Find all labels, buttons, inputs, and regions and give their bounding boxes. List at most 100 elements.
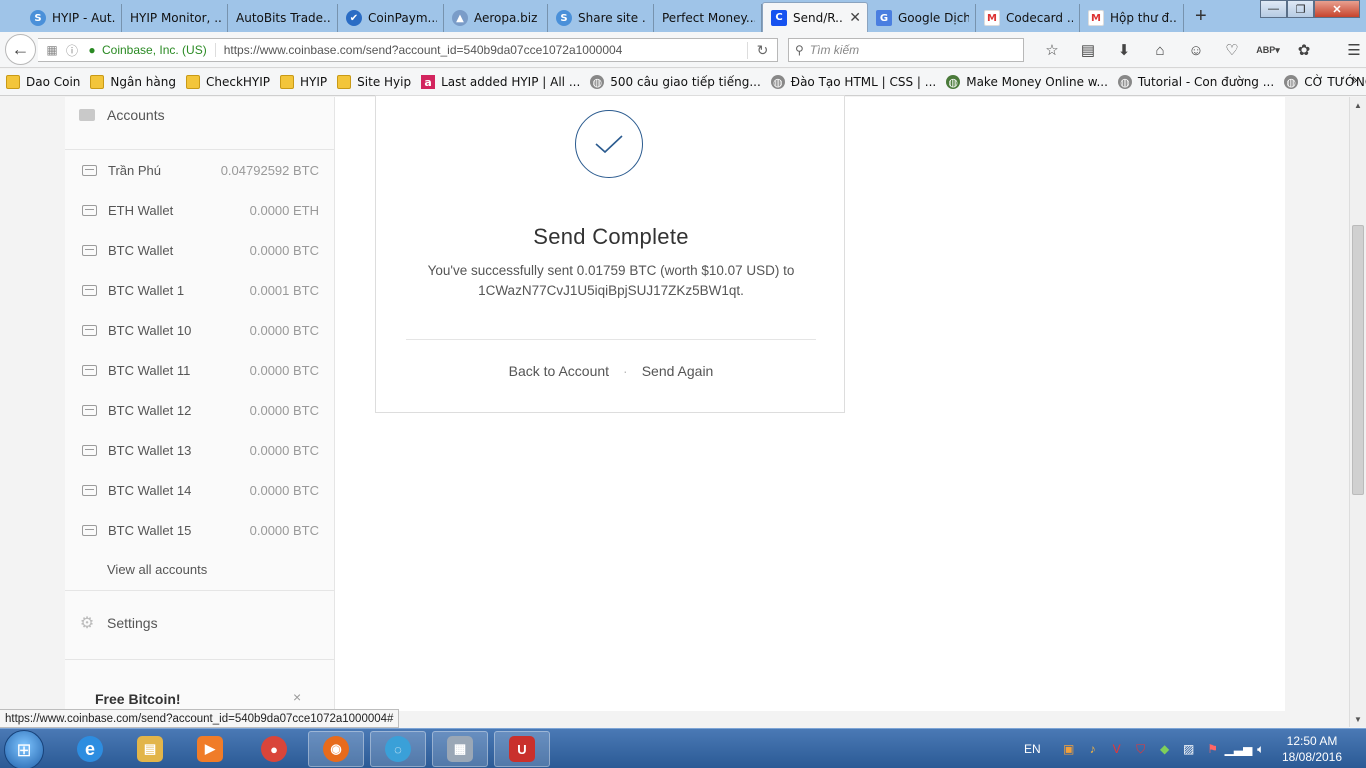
- menu-icon[interactable]: ☰: [1336, 40, 1366, 60]
- tray-music-icon[interactable]: ♪: [1081, 742, 1105, 756]
- globe-icon: ◍: [1284, 75, 1299, 89]
- page-title: Send Complete: [533, 224, 689, 249]
- taskbar-app-swirl[interactable]: ◌: [370, 731, 426, 767]
- divider: [65, 590, 335, 591]
- account-row[interactable]: BTC Wallet 1 0.0001 BTC: [65, 270, 335, 310]
- address-bar[interactable]: ▦ ⓘ ● Coinbase, Inc. (US) https://www.co…: [38, 38, 778, 62]
- taskbar-firefox[interactable]: ◉: [308, 731, 364, 767]
- toolbar-icons: ☆ ▤ ⬇ ⌂ ☺ ♡ ABP▾ ✿ ☰: [1034, 40, 1366, 60]
- account-row[interactable]: BTC Wallet 12 0.0000 BTC: [65, 390, 335, 430]
- start-button[interactable]: ⊞: [4, 730, 44, 768]
- media-player-icon: ▶: [197, 736, 223, 762]
- extension-icon[interactable]: ✿: [1286, 40, 1322, 60]
- account-row[interactable]: BTC Wallet 15 0.0000 BTC: [65, 510, 335, 550]
- taskbar-internet-explorer[interactable]: e: [62, 731, 118, 767]
- bookmark-checkhyip[interactable]: CheckHYIP: [185, 75, 270, 89]
- grid-icon: ▦: [46, 43, 58, 57]
- account-row[interactable]: ETH Wallet 0.0000 ETH: [65, 190, 335, 230]
- wallet-icon: [82, 524, 97, 536]
- tab-aeropa[interactable]: ▲ Aeropa.biz: [444, 4, 548, 32]
- bookmark-hyip[interactable]: HYIP: [280, 75, 327, 89]
- taskbar-chrome[interactable]: ●: [246, 731, 302, 767]
- lock-icon[interactable]: ●: [82, 43, 102, 57]
- volume-icon[interactable]: 🔈︎: [1249, 742, 1273, 757]
- divider: [65, 659, 335, 660]
- tab-hop-thu[interactable]: M Hộp thư đ...: [1080, 4, 1184, 32]
- tray-shield-icon[interactable]: ⛉: [1129, 742, 1153, 757]
- tray-monitor-icon[interactable]: ▨: [1177, 742, 1201, 756]
- account-row[interactable]: BTC Wallet 13 0.0000 BTC: [65, 430, 335, 470]
- tab-send-receive[interactable]: C Send/R... ✕: [762, 2, 868, 32]
- site-favicon-icon: S: [30, 10, 46, 26]
- pocket-icon[interactable]: ♡: [1214, 40, 1250, 60]
- bookmark-dao-tao-html[interactable]: ◍ Đào Tạo HTML | CSS | ...: [770, 75, 936, 89]
- scroll-up-arrow-icon[interactable]: ▲: [1350, 97, 1366, 113]
- search-input[interactable]: ⚲ Tìm kiếm: [788, 38, 1024, 62]
- site-identity[interactable]: Coinbase, Inc. (US): [102, 43, 216, 57]
- tab-coinpayments[interactable]: ✔ CoinPaym...: [338, 4, 444, 32]
- signal-icon[interactable]: ▁▃▅: [1225, 742, 1253, 756]
- leaf-icon: ◍: [946, 75, 961, 89]
- taskbar-media-player[interactable]: ▶: [182, 731, 238, 767]
- bookmark-make-money[interactable]: ◍ Make Money Online w...: [946, 75, 1108, 89]
- download-icon[interactable]: ⬇: [1106, 40, 1142, 60]
- bookmark-500-cau[interactable]: ◍ 500 câu giao tiếp tiếng...: [590, 75, 761, 89]
- url-text[interactable]: https://www.coinbase.com/send?account_id…: [224, 43, 747, 57]
- close-window-button[interactable]: ✕: [1314, 0, 1360, 18]
- tab-hyip-aut[interactable]: SHYIP - Aut...: [22, 4, 122, 32]
- accounts-heading[interactable]: Accounts: [79, 107, 165, 123]
- account-row[interactable]: BTC Wallet 14 0.0000 BTC: [65, 470, 335, 510]
- adblock-icon[interactable]: ABP▾: [1250, 40, 1286, 60]
- view-all-accounts-link[interactable]: View all accounts: [107, 562, 207, 577]
- taskbar-unikey[interactable]: U: [494, 731, 550, 767]
- bookmark-star-icon[interactable]: ☆: [1034, 40, 1070, 60]
- bookmark-tutorial[interactable]: ◍ Tutorial - Con đường ...: [1117, 75, 1274, 89]
- taskbar-calculator[interactable]: ▦: [432, 731, 488, 767]
- bookmark-site-hyip[interactable]: Site Hyip: [337, 75, 411, 89]
- system-clock[interactable]: 12:50 AM 18/08/2016: [1274, 733, 1350, 765]
- minimize-button[interactable]: —: [1260, 0, 1287, 18]
- home-icon[interactable]: ⌂: [1142, 40, 1178, 60]
- maximize-button[interactable]: ❐: [1287, 0, 1314, 18]
- account-row[interactable]: BTC Wallet 10 0.0000 BTC: [65, 310, 335, 350]
- account-row[interactable]: BTC Wallet 11 0.0000 BTC: [65, 350, 335, 390]
- reload-icon[interactable]: ↻: [747, 41, 777, 59]
- scroll-down-arrow-icon[interactable]: ▼: [1350, 711, 1366, 727]
- back-button[interactable]: ←: [5, 34, 36, 65]
- tab-codecard[interactable]: M Codecard ...: [976, 4, 1080, 32]
- vertical-scrollbar[interactable]: ▲ ▼: [1349, 97, 1366, 727]
- settings-link[interactable]: ⚙ Settings: [79, 615, 158, 632]
- chat-icon[interactable]: ☺: [1178, 40, 1214, 60]
- tray-flag-icon[interactable]: ⚑: [1201, 742, 1225, 756]
- windows-taskbar: ⊞ e ▤ ▶ ● ◉ ◌ ▦ U EN ▣ ♪ V ⛉ ◆ ▨ ⚑ ▁▃▅ 🔈…: [0, 728, 1366, 768]
- bookmark-last-added-hyip[interactable]: a Last added HYIP | All ...: [421, 75, 580, 89]
- new-tab-button[interactable]: +: [1195, 5, 1207, 28]
- tab-autobits[interactable]: AutoBits Trade...: [228, 4, 338, 32]
- close-icon[interactable]: ×: [293, 689, 301, 705]
- tab-close-icon[interactable]: ✕: [849, 10, 861, 26]
- tab-hyip-monitor[interactable]: HYIP Monitor, ...: [122, 4, 228, 32]
- account-row[interactable]: BTC Wallet 0.0000 BTC: [65, 230, 335, 270]
- wallet-icon: [82, 204, 97, 216]
- language-indicator[interactable]: EN: [1024, 742, 1041, 756]
- tray-v-icon[interactable]: V: [1105, 742, 1129, 756]
- tab-share-site[interactable]: S Share site ...: [548, 4, 654, 32]
- tray-app-icon[interactable]: ▣: [1057, 742, 1081, 756]
- folder-icon: [185, 75, 200, 89]
- info-icon[interactable]: ⓘ: [62, 42, 82, 59]
- send-again-link[interactable]: Send Again: [642, 363, 714, 379]
- tab-perfect-money[interactable]: Perfect Money...: [654, 4, 762, 32]
- tab-google-dich[interactable]: G Google Dịch: [868, 4, 976, 32]
- wallet-icon: [82, 364, 97, 376]
- taskbar-file-explorer[interactable]: ▤: [122, 731, 178, 767]
- folder-icon: [280, 75, 295, 89]
- bookmarks-overflow-icon[interactable]: »: [1351, 73, 1358, 87]
- reading-list-icon[interactable]: ▤: [1070, 40, 1106, 60]
- tray-network-share-icon[interactable]: ◆: [1153, 742, 1177, 756]
- bookmark-ngan-hang[interactable]: Ngân hàng: [90, 75, 176, 89]
- back-to-account-link[interactable]: Back to Account: [509, 363, 609, 379]
- bookmark-dao-coin[interactable]: Dao Coin: [6, 75, 80, 89]
- wallet-icon: [82, 164, 97, 176]
- account-row[interactable]: Trần Phú 0.04792592 BTC: [65, 150, 335, 190]
- scrollbar-thumb[interactable]: [1352, 225, 1364, 495]
